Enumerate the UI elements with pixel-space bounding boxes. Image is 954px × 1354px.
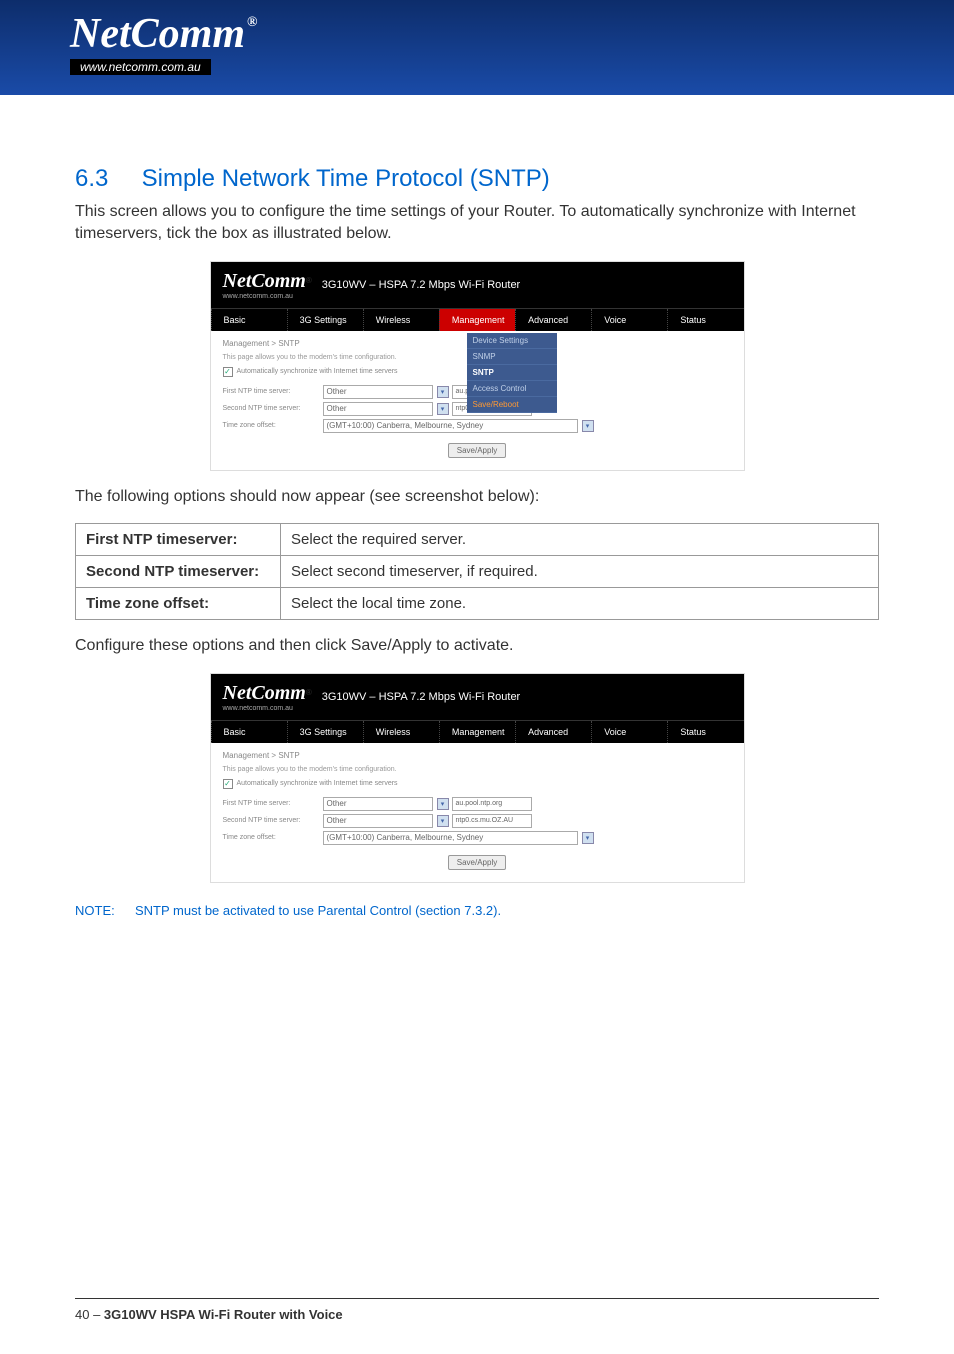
nav-wireless[interactable]: Wireless [363,721,439,743]
tz-select[interactable]: (GMT+10:00) Canberra, Melbourne, Sydney [323,419,578,433]
second-ntp-custom[interactable]: ntp0.cs.mu.OZ.AU [452,814,532,828]
router-logo-url: www.netcomm.com.au [223,293,312,300]
note: NOTE: SNTP must be activated to use Pare… [75,903,879,918]
dropdown-arrow-icon[interactable]: ▾ [437,403,449,415]
dropdown-arrow-icon[interactable]: ▾ [437,386,449,398]
note-label: NOTE: [75,903,135,918]
router-model: 3G10WV – HSPA 7.2 Mbps Wi-Fi Router [322,279,520,291]
footer-page: 40 – [75,1307,104,1322]
nav-advanced[interactable]: Advanced [515,309,591,331]
router-nav: Basic 3G Settings Wireless Management Ad… [211,720,744,743]
nav-status[interactable]: Status [667,309,743,331]
second-ntp-select[interactable]: Other [323,814,433,828]
dropdown-device-settings[interactable]: Device Settings [467,333,557,349]
first-ntp-custom[interactable]: au.pool.ntp.org [452,797,532,811]
router-model: 3G10WV – HSPA 7.2 Mbps Wi-Fi Router [322,691,520,703]
router-header: NetComm® www.netcomm.com.au 3G10WV – HSP… [211,262,744,308]
tz-label: Time zone offset: [223,422,323,429]
dropdown-arrow-icon[interactable]: ▾ [437,798,449,810]
logo-text: NetComm [70,10,245,58]
dropdown-access-control[interactable]: Access Control [467,381,557,397]
options-table: First NTP timeserver: Select the require… [75,523,879,620]
nav-management[interactable]: Management [439,309,515,331]
row-label: Time zone offset: [76,588,281,620]
configure-text: Configure these options and then click S… [75,635,879,657]
logo-url: www.netcomm.com.au [70,59,211,75]
screenshot-2: NetComm® www.netcomm.com.au 3G10WV – HSP… [210,673,745,883]
dropdown-save-reboot[interactable]: Save/Reboot [467,397,557,413]
dropdown-sntp[interactable]: SNTP [467,365,557,381]
nav-status[interactable]: Status [667,721,743,743]
dropdown-arrow-icon[interactable]: ▾ [582,832,594,844]
nav-voice[interactable]: Voice [591,309,667,331]
nav-basic[interactable]: Basic [211,721,287,743]
page-footer: 40 – 3G10WV HSPA Wi-Fi Router with Voice [75,1298,879,1322]
auto-sync-label: Automatically synchronize with Internet … [237,368,398,375]
row-label: First NTP timeserver: [76,524,281,556]
section-heading: 6.3 Simple Network Time Protocol (SNTP) [75,165,879,193]
first-ntp-select[interactable]: Other [323,797,433,811]
nav-3g-settings[interactable]: 3G Settings [287,309,363,331]
dropdown-arrow-icon[interactable]: ▾ [437,815,449,827]
section-number: 6.3 [75,165,135,193]
tz-label: Time zone offset: [223,834,323,841]
page-banner: NetComm ® www.netcomm.com.au [0,0,954,95]
nav-voice[interactable]: Voice [591,721,667,743]
intro-paragraph: This screen allows you to configure the … [75,201,879,246]
tz-select[interactable]: (GMT+10:00) Canberra, Melbourne, Sydney [323,831,578,845]
first-ntp-label: First NTP time server: [223,800,323,807]
screenshot-1: NetComm® www.netcomm.com.au 3G10WV – HSP… [210,261,745,471]
page-description: This page allows you to the modem's time… [223,766,732,773]
second-ntp-label: Second NTP time server: [223,405,323,412]
router-header: NetComm® www.netcomm.com.au 3G10WV – HSP… [211,674,744,720]
second-ntp-select[interactable]: Other [323,402,433,416]
router-logo: NetComm [223,270,306,292]
router-nav: Basic 3G Settings Wireless Management Ad… [211,308,744,331]
mid-text: The following options should now appear … [75,486,879,508]
registered-icon: ® [306,276,312,285]
table-row: First NTP timeserver: Select the require… [76,524,879,556]
nav-wireless[interactable]: Wireless [363,309,439,331]
section-title-text: Simple Network Time Protocol (SNTP) [142,165,550,192]
auto-sync-checkbox[interactable]: ✓ [223,367,233,377]
note-text: SNTP must be activated to use Parental C… [135,903,501,918]
row-label: Second NTP timeserver: [76,556,281,588]
router-logo-url: www.netcomm.com.au [223,705,312,712]
nav-basic[interactable]: Basic [211,309,287,331]
auto-sync-label: Automatically synchronize with Internet … [237,780,398,787]
registered-icon: ® [306,688,312,697]
second-ntp-label: Second NTP time server: [223,817,323,824]
registered-icon: ® [247,15,257,31]
footer-product: 3G10WV HSPA Wi-Fi Router with Voice [104,1307,343,1322]
breadcrumb: Management > SNTP [223,751,732,760]
first-ntp-select[interactable]: Other [323,385,433,399]
row-value: Select the local time zone. [281,588,879,620]
table-row: Second NTP timeserver: Select second tim… [76,556,879,588]
router-logo: NetComm [223,682,306,704]
management-dropdown: Device Settings SNMP SNTP Access Control… [467,333,557,413]
nav-3g-settings[interactable]: 3G Settings [287,721,363,743]
dropdown-arrow-icon[interactable]: ▾ [582,420,594,432]
nav-advanced[interactable]: Advanced [515,721,591,743]
first-ntp-label: First NTP time server: [223,388,323,395]
row-value: Select second timeserver, if required. [281,556,879,588]
auto-sync-checkbox[interactable]: ✓ [223,779,233,789]
save-apply-button[interactable]: Save/Apply [448,443,506,458]
save-apply-button[interactable]: Save/Apply [448,855,506,870]
brand-logo: NetComm ® www.netcomm.com.au [70,10,257,76]
row-value: Select the required server. [281,524,879,556]
table-row: Time zone offset: Select the local time … [76,588,879,620]
nav-management[interactable]: Management [439,721,515,743]
dropdown-snmp[interactable]: SNMP [467,349,557,365]
router-body: Management > SNTP This page allows you t… [211,743,744,882]
